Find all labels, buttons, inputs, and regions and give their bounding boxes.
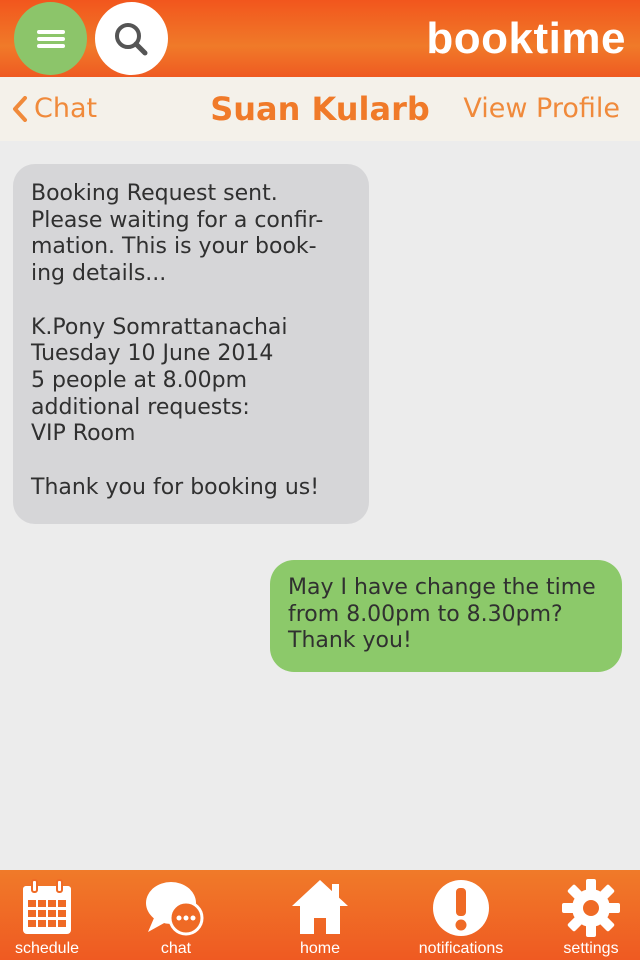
incoming-message: Booking Request sent. Please waiting for… [13,164,369,524]
menu-button[interactable] [14,2,87,75]
search-button[interactable] [95,2,168,75]
tab-home[interactable]: home [272,870,368,960]
tab-settings[interactable]: settings [548,870,634,960]
tab-chat[interactable]: chat [128,870,224,960]
home-icon [292,880,348,934]
tab-schedule[interactable]: schedule [0,870,94,960]
gear-icon [562,879,620,937]
outgoing-message: May I have change the time from 8.00pm t… [270,560,622,672]
app-header: booktime [0,0,640,77]
bottom-tab-bar: schedule chat home notifications setting… [0,870,640,960]
tab-label-settings: settings [563,940,619,957]
calendar-icon [23,879,71,934]
view-profile-link[interactable]: View Profile [463,93,620,124]
chat-header: Chat Suan Kularb View Profile [0,77,640,141]
tab-notifications[interactable]: notifications [406,870,516,960]
brand-logo: booktime [426,14,626,63]
chat-bubble-icon [146,882,204,936]
tab-label-chat: chat [160,940,192,957]
tab-label-schedule: schedule [14,940,80,957]
tab-label-notifications: notifications [418,940,504,957]
exclamation-icon [433,880,489,936]
search-icon [115,23,148,56]
tab-label-home: home [299,940,341,957]
